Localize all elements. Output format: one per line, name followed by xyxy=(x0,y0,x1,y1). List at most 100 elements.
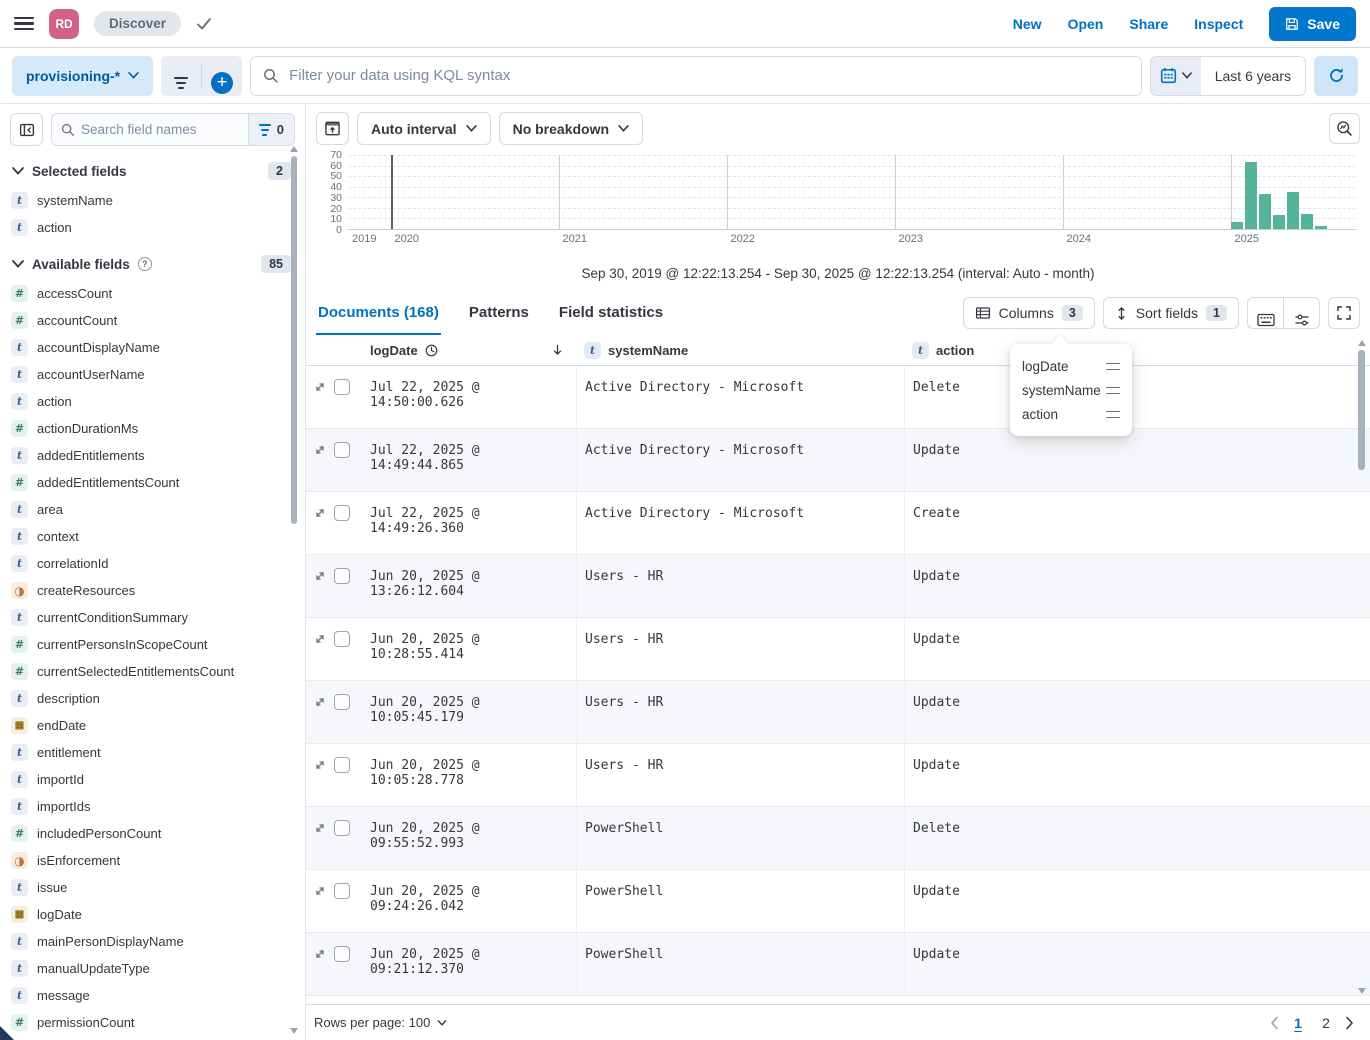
next-page-icon[interactable] xyxy=(1343,1016,1356,1030)
hide-chart-button[interactable] xyxy=(316,112,349,145)
sort-direction-icon[interactable] xyxy=(551,343,564,357)
field-item[interactable]: addedEntitlements xyxy=(0,442,305,469)
table-row[interactable]: Jun 20, 2025 @ 10:28:55.414 Users - HR U… xyxy=(306,618,1370,681)
time-range-button[interactable]: Last 6 years xyxy=(1200,56,1305,95)
nav-link[interactable]: Inspect xyxy=(1194,16,1243,32)
field-item[interactable]: accessCount xyxy=(0,280,305,307)
field-item[interactable]: message xyxy=(0,982,305,1009)
field-item[interactable]: mainPersonDisplayName xyxy=(0,928,305,955)
kql-search-bar[interactable] xyxy=(250,55,1142,96)
previous-page-icon[interactable] xyxy=(1268,1016,1281,1030)
sidebar-scrollbar[interactable] xyxy=(291,156,297,524)
histogram-chart[interactable]: 70 60 50 40 30 20 10 0 2019 2020 2021 2022 2023 2024… xyxy=(316,149,1356,253)
add-filter-button[interactable]: + xyxy=(202,56,242,96)
interval-select[interactable]: Auto interval xyxy=(357,112,491,145)
table-row[interactable]: Jun 20, 2025 @ 10:05:28.778 Users - HR U… xyxy=(306,744,1370,807)
tab-field-statistics[interactable]: Field statistics xyxy=(557,291,665,335)
field-filters-button[interactable]: 0 xyxy=(247,114,294,145)
nav-link[interactable]: Open xyxy=(1068,16,1104,32)
expand-row-icon[interactable] xyxy=(314,822,326,834)
field-item[interactable]: context xyxy=(0,523,305,550)
expand-row-icon[interactable] xyxy=(314,885,326,897)
field-item[interactable]: logDate xyxy=(0,901,305,928)
expand-row-icon[interactable] xyxy=(314,507,326,519)
row-checkbox[interactable] xyxy=(334,820,350,836)
columns-button[interactable]: Columns 3 xyxy=(962,297,1095,329)
fullscreen-button[interactable] xyxy=(1328,297,1360,329)
page-2-button[interactable]: 2 xyxy=(1315,1012,1337,1034)
menu-icon[interactable] xyxy=(14,16,34,31)
sort-fields-button[interactable]: Sort fields 1 xyxy=(1102,297,1239,329)
avatar[interactable]: RD xyxy=(49,8,79,39)
table-row[interactable]: Jun 20, 2025 @ 09:24:26.042 PowerShell U… xyxy=(306,870,1370,933)
column-header-systemname[interactable]: t systemName xyxy=(576,341,904,359)
tab-patterns[interactable]: Patterns xyxy=(467,291,531,335)
field-search[interactable]: 0 xyxy=(51,113,295,146)
table-scrollbar[interactable] xyxy=(1358,350,1365,470)
expand-row-icon[interactable] xyxy=(314,444,326,456)
keyboard-shortcuts-button[interactable] xyxy=(1248,298,1283,328)
field-item[interactable]: createResources xyxy=(0,577,305,604)
collapse-sidebar-button[interactable] xyxy=(10,113,43,146)
drag-handle-icon[interactable] xyxy=(1106,386,1120,394)
field-item[interactable]: endDate xyxy=(0,712,305,739)
table-row[interactable]: Jul 22, 2025 @ 14:49:26.360 Active Direc… xyxy=(306,492,1370,555)
expand-row-icon[interactable] xyxy=(314,759,326,771)
popover-column-item[interactable]: action xyxy=(1022,402,1120,426)
field-item[interactable]: includedPersonCount xyxy=(0,820,305,847)
field-item[interactable]: accountUserName xyxy=(0,361,305,388)
field-item[interactable]: accountCount xyxy=(0,307,305,334)
table-row[interactable]: Jun 20, 2025 @ 13:26:12.604 Users - HR U… xyxy=(306,555,1370,618)
kql-input[interactable] xyxy=(289,67,1129,84)
breakdown-select[interactable]: No breakdown xyxy=(498,112,644,145)
drag-handle-icon[interactable] xyxy=(1106,410,1120,418)
page-1-button[interactable]: 1 xyxy=(1287,1012,1309,1034)
row-checkbox[interactable] xyxy=(334,379,350,395)
row-checkbox[interactable] xyxy=(334,883,350,899)
row-checkbox[interactable] xyxy=(334,631,350,647)
field-item[interactable]: correlationId xyxy=(0,550,305,577)
date-picker-menu[interactable] xyxy=(1150,56,1201,95)
scroll-up-icon[interactable] xyxy=(290,146,298,152)
drag-handle-icon[interactable] xyxy=(1106,362,1120,370)
selected-fields-header[interactable]: Selected fields 2 xyxy=(0,154,305,187)
table-row[interactable]: Jul 22, 2025 @ 14:50:00.626 Active Direc… xyxy=(306,366,1370,429)
scroll-up-icon[interactable] xyxy=(1358,340,1366,346)
expand-row-icon[interactable] xyxy=(314,570,326,582)
row-checkbox[interactable] xyxy=(334,694,350,710)
popover-column-item[interactable]: systemName xyxy=(1022,378,1120,402)
scroll-down-icon[interactable] xyxy=(1358,988,1366,994)
histogram-bar[interactable] xyxy=(1258,194,1272,229)
available-fields-header[interactable]: Available fields ? 85 xyxy=(0,247,305,280)
field-item[interactable]: permissionCount xyxy=(0,1009,305,1036)
field-item[interactable]: currentConditionSummary xyxy=(0,604,305,631)
field-item[interactable]: manualUpdateType xyxy=(0,955,305,982)
row-checkbox[interactable] xyxy=(334,568,350,584)
histogram-bar[interactable] xyxy=(1230,221,1244,229)
field-item[interactable]: entitlement xyxy=(0,739,305,766)
rows-per-page-button[interactable]: Rows per page: 100 xyxy=(314,1015,447,1030)
popover-column-item[interactable]: logDate xyxy=(1022,354,1120,378)
help-icon[interactable]: ? xyxy=(137,257,152,271)
row-checkbox[interactable] xyxy=(334,946,350,962)
nav-link[interactable]: Share xyxy=(1129,16,1168,32)
field-item[interactable]: currentPersonsInScopeCount xyxy=(0,631,305,658)
histogram-bar[interactable] xyxy=(1300,214,1314,229)
row-checkbox[interactable] xyxy=(334,757,350,773)
inspect-chart-button[interactable] xyxy=(1329,113,1360,144)
breadcrumb[interactable]: Discover xyxy=(94,11,182,36)
tab-documents[interactable]: Documents (168) xyxy=(316,291,441,335)
column-header-logdate[interactable]: logDate xyxy=(364,343,576,358)
field-item[interactable]: description xyxy=(0,685,305,712)
display-options-button[interactable] xyxy=(1284,298,1319,328)
row-checkbox[interactable] xyxy=(334,505,350,521)
field-item[interactable]: issue xyxy=(0,874,305,901)
nav-link[interactable]: New xyxy=(1013,16,1042,32)
field-item[interactable]: importId xyxy=(0,766,305,793)
expand-row-icon[interactable] xyxy=(314,633,326,645)
saved-filters-button[interactable] xyxy=(161,56,201,96)
field-search-input[interactable] xyxy=(81,122,248,137)
expand-row-icon[interactable] xyxy=(314,696,326,708)
field-item[interactable]: action xyxy=(0,214,305,241)
save-button[interactable]: Save xyxy=(1269,6,1356,41)
